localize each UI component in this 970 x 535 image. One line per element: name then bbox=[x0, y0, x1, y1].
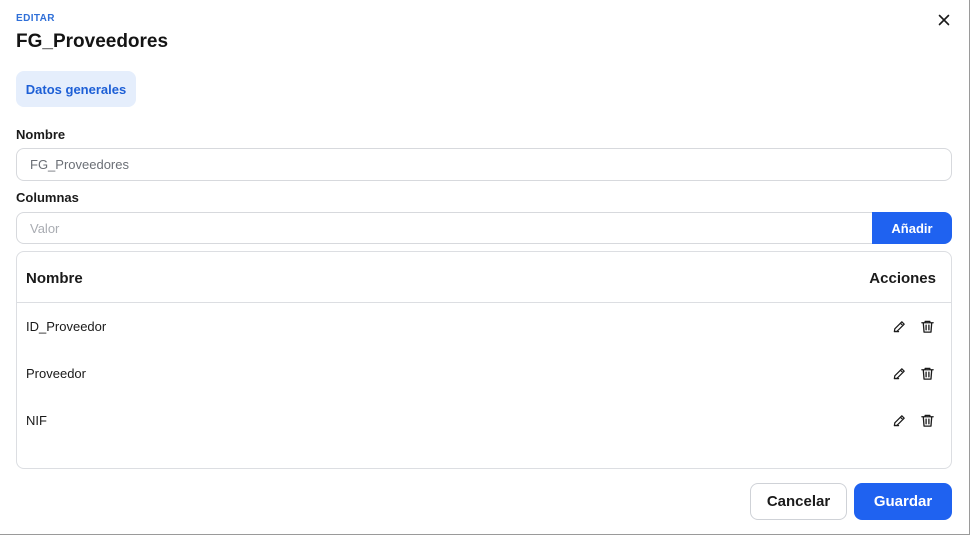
trash-icon[interactable] bbox=[919, 318, 935, 334]
row-name: ID_Proveedor bbox=[26, 319, 107, 334]
column-header-acciones: Acciones bbox=[869, 270, 936, 287]
row-name: NIF bbox=[26, 413, 47, 428]
columnas-label: Columnas bbox=[16, 190, 79, 205]
close-button[interactable] bbox=[934, 10, 954, 30]
table-row: NIF bbox=[17, 397, 951, 444]
trash-icon[interactable] bbox=[919, 365, 935, 381]
row-name: Proveedor bbox=[26, 366, 86, 381]
table-header: Nombre Acciones bbox=[17, 252, 951, 303]
edit-icon[interactable] bbox=[891, 318, 907, 334]
edit-icon[interactable] bbox=[891, 365, 907, 381]
edit-icon[interactable] bbox=[891, 412, 907, 428]
cancel-button[interactable]: Cancelar bbox=[750, 483, 847, 520]
trash-icon[interactable] bbox=[919, 412, 935, 428]
save-button[interactable]: Guardar bbox=[854, 483, 952, 520]
add-button[interactable]: Añadir bbox=[872, 212, 952, 244]
close-icon bbox=[938, 14, 950, 26]
column-header-nombre: Nombre bbox=[26, 270, 83, 287]
dialog-eyebrow: EDITAR bbox=[16, 13, 55, 24]
dialog-title: FG_Proveedores bbox=[16, 31, 169, 52]
nombre-input[interactable] bbox=[16, 148, 952, 181]
columns-table: Nombre Acciones ID_Proveedor Proveedor N… bbox=[16, 251, 952, 469]
table-row: Proveedor bbox=[17, 350, 951, 397]
table-row: ID_Proveedor bbox=[17, 303, 951, 350]
valor-input[interactable] bbox=[16, 212, 874, 244]
edit-dialog: EDITAR FG_Proveedores Datos generales No… bbox=[0, 0, 970, 535]
nombre-label: Nombre bbox=[16, 127, 66, 142]
tab-datos-generales[interactable]: Datos generales bbox=[16, 71, 136, 107]
